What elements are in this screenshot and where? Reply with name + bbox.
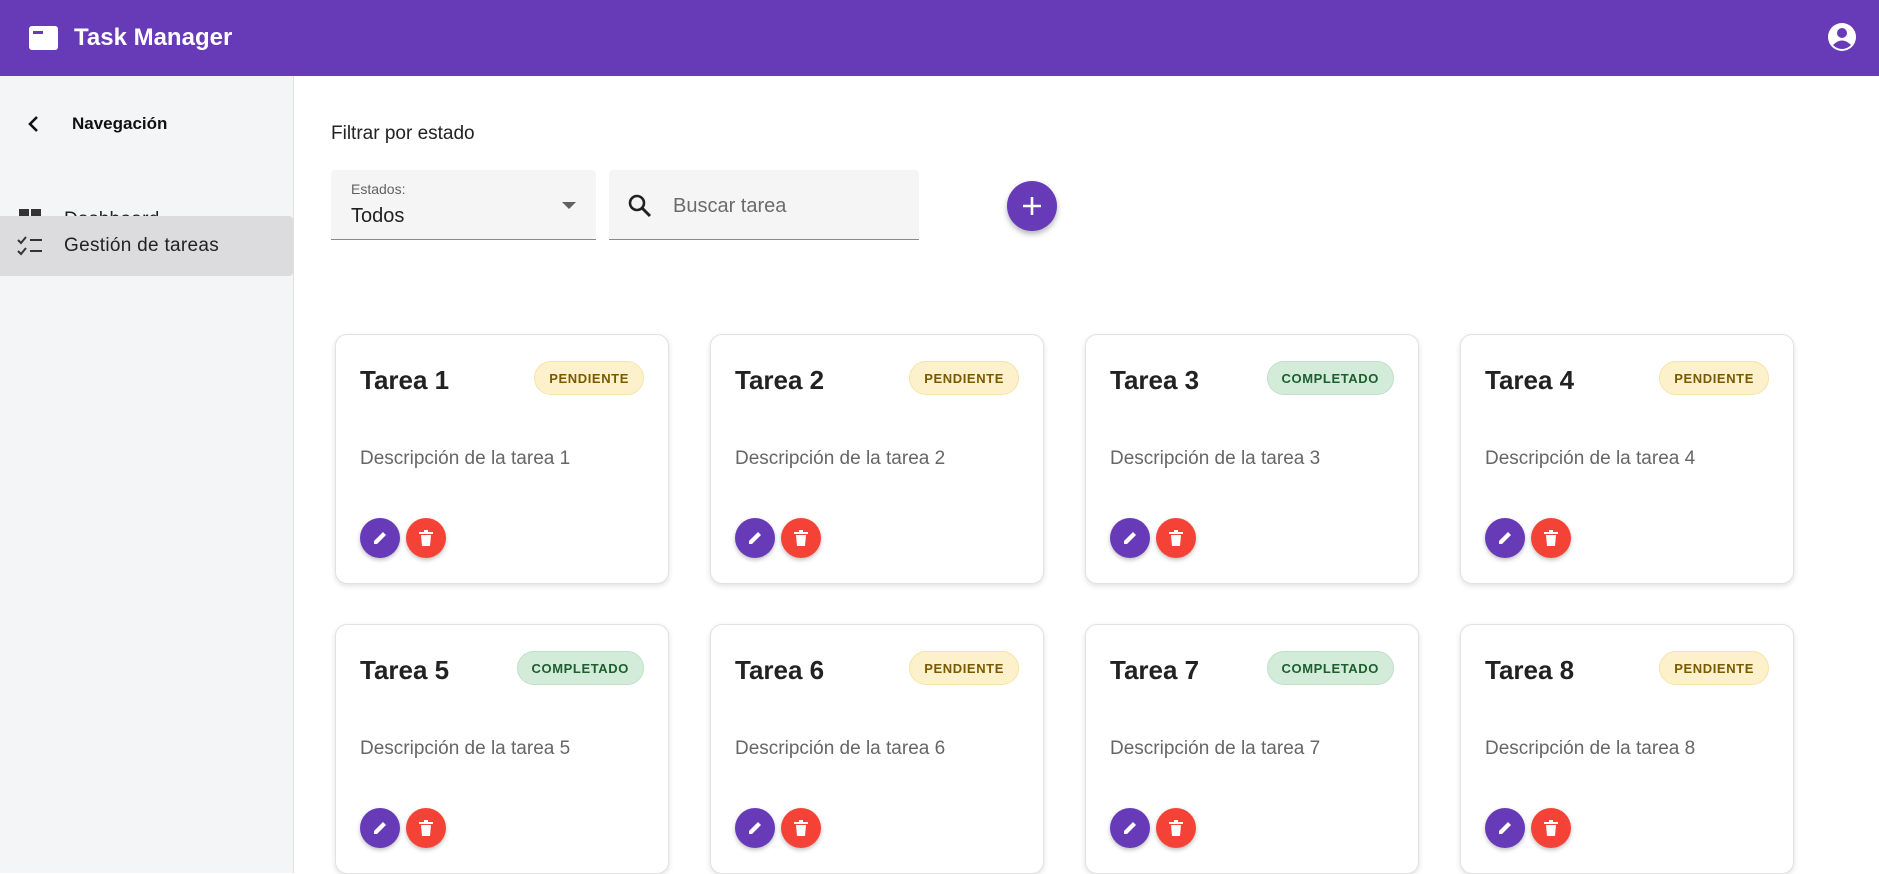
edit-task-button[interactable] [360, 518, 400, 558]
task-description: Descripción de la tarea 7 [1110, 738, 1321, 759]
edit-task-button[interactable] [1485, 518, 1525, 558]
task-title: Tarea 5 [360, 655, 450, 685]
trash-icon [794, 820, 808, 836]
task-description: Descripción de la tarea 8 [1485, 738, 1696, 759]
edit-task-button[interactable] [735, 518, 775, 558]
task-description: Descripción de la tarea 1 [360, 448, 571, 469]
task-title: Tarea 8 [1485, 655, 1575, 685]
delete-task-button[interactable] [781, 808, 821, 848]
search-input[interactable] [673, 188, 903, 224]
pencil-icon [374, 822, 386, 834]
sidebar-title: Navegación [72, 114, 168, 133]
sidebar-header: Navegación [0, 104, 293, 144]
task-description: Descripción de la tarea 6 [735, 738, 946, 759]
edit-task-button[interactable] [1110, 808, 1150, 848]
task-title: Tarea 2 [735, 365, 825, 395]
task-description: Descripción de la tarea 2 [735, 448, 946, 469]
app-bar: Task Manager [0, 0, 1879, 76]
delete-task-button[interactable] [1531, 518, 1571, 558]
edit-task-button[interactable] [360, 808, 400, 848]
task-description: Descripción de la tarea 4 [1485, 448, 1696, 469]
task-card: Tarea 6 PENDIENTE Descripción de la tarea … [710, 624, 1044, 874]
add-task-button[interactable] [1007, 181, 1057, 231]
status-badge: PENDIENTE [1659, 361, 1769, 395]
plus-icon [1023, 197, 1041, 215]
task-description: Descripción de la tarea 5 [360, 738, 571, 759]
app-title: Task Manager [74, 24, 233, 51]
task-card: Tarea 1 PENDIENTE Descripción de la tarea … [335, 334, 669, 584]
account-circle-icon[interactable] [1827, 22, 1857, 52]
trash-icon [1169, 820, 1183, 836]
pencil-icon [749, 822, 761, 834]
task-card: Tarea 8 PENDIENTE Descripción de la tarea … [1460, 624, 1794, 874]
status-badge: PENDIENTE [1659, 651, 1769, 685]
pencil-icon [374, 532, 386, 544]
status-badge: PENDIENTE [909, 651, 1019, 685]
search-field [609, 170, 919, 240]
checklist-icon [17, 233, 43, 259]
pencil-icon [1499, 532, 1511, 544]
filter-heading: Filtrar por estado [331, 123, 475, 144]
edit-task-button[interactable] [1485, 808, 1525, 848]
task-card: Tarea 4 PENDIENTE Descripción de la tarea … [1460, 334, 1794, 584]
delete-task-button[interactable] [406, 518, 446, 558]
dropdown-arrow-icon [562, 202, 576, 209]
task-card: Tarea 3 COMPLETADO Descripción de la tarea… [1085, 334, 1419, 584]
chevron-left-icon[interactable] [22, 112, 46, 136]
task-title: Tarea 7 [1110, 655, 1200, 685]
task-description: Descripción de la tarea 3 [1110, 448, 1321, 469]
search-icon [627, 193, 653, 219]
trash-icon [419, 530, 433, 546]
delete-task-button[interactable] [406, 808, 446, 848]
task-title: Tarea 1 [360, 365, 450, 395]
status-badge: COMPLETADO [516, 651, 644, 685]
pencil-icon [1124, 822, 1136, 834]
task-card: Tarea 7 COMPLETADO Descripción de la tarea… [1085, 624, 1419, 874]
task-card: Tarea 2 PENDIENTE Descripción de la tarea … [710, 334, 1044, 584]
task-card: Tarea 5 COMPLETADO Descripción de la tarea… [335, 624, 669, 874]
delete-task-button[interactable] [781, 518, 821, 558]
status-badge: COMPLETADO [1266, 651, 1394, 685]
status-badge: PENDIENTE [534, 361, 644, 395]
trash-icon [1544, 820, 1558, 836]
trash-icon [1169, 530, 1183, 546]
app-logo-icon [29, 25, 58, 51]
status-select-label: Estados: [351, 181, 406, 197]
task-title: Tarea 3 [1110, 365, 1200, 395]
status-badge: PENDIENTE [909, 361, 1019, 395]
task-title: Tarea 6 [735, 655, 825, 685]
status-select-value: Todos [351, 205, 405, 227]
trash-icon [1544, 530, 1558, 546]
sidebar: Navegación Dashboard Gestión de tareas [0, 76, 294, 873]
edit-task-button[interactable] [735, 808, 775, 848]
task-title: Tarea 4 [1485, 365, 1575, 395]
trash-icon [794, 530, 808, 546]
sidebar-item-label: Gestión de tareas [64, 235, 220, 256]
main-content: Filtrar por estado Estados: Todos Tarea … [294, 76, 1879, 874]
delete-task-button[interactable] [1156, 808, 1196, 848]
pencil-icon [1499, 822, 1511, 834]
pencil-icon [1124, 532, 1136, 544]
trash-icon [419, 820, 433, 836]
delete-task-button[interactable] [1156, 518, 1196, 558]
status-select[interactable]: Estados: Todos [331, 170, 596, 240]
status-badge: COMPLETADO [1266, 361, 1394, 395]
edit-task-button[interactable] [1110, 518, 1150, 558]
delete-task-button[interactable] [1531, 808, 1571, 848]
pencil-icon [749, 532, 761, 544]
sidebar-item-task-management[interactable]: Gestión de tareas [0, 216, 293, 276]
